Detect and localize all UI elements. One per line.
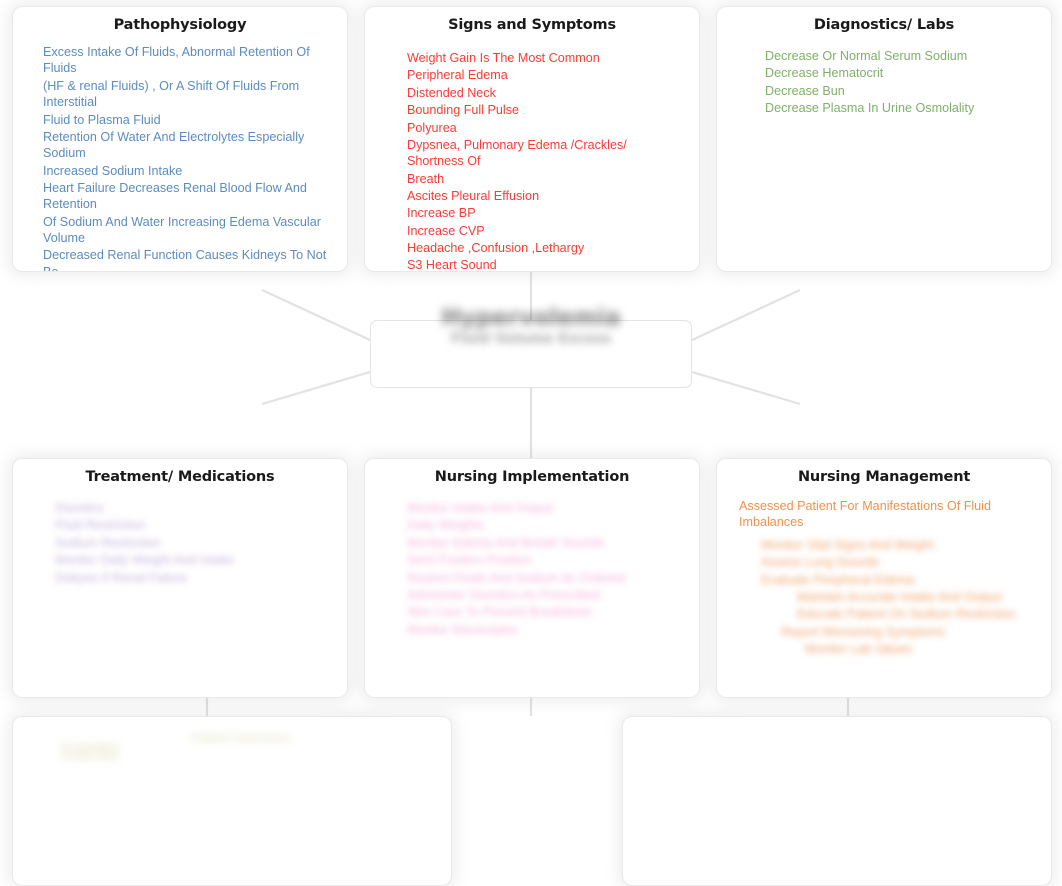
panel-body-pathophysiology: Excess Intake Of Fluids, Abnormal Retent… [13,34,347,272]
panel-signs-and-symptoms: Signs and Symptoms Weight Gain Is The Mo… [364,6,700,272]
panel-body-signs-and-symptoms: Weight Gain Is The Most Common Periphera… [365,34,699,272]
list-item: Decrease Plasma In Urine Osmolality [765,101,975,116]
list-item: Evaluate Peripheral Edema [761,572,915,587]
list-item: Educate Patient On Sodium Restriction [797,607,1016,622]
list-item: Heart Failure Decreases Renal Blood Flow… [43,181,307,212]
panel-bottom-right-extra [622,716,1052,886]
list-item: Restrict Fluids And Sodium As Ordered [407,570,626,585]
list-item: Goals Met [61,748,119,763]
hub-title: Hypervolemia [441,305,621,331]
list-item: Headache ,Confusion ,Lethargy [407,241,585,256]
panel-treatment-medications: Treatment/ Medications Diuretics Fluid R… [12,458,348,698]
list-item: Decrease Bun [765,83,845,98]
list-item: S3 Heart Sound [407,258,497,272]
panel-title-pathophysiology: Pathophysiology [113,17,247,33]
list-item: Increased Sodium Intake [43,163,183,178]
list-item: Maintain Accurate Intake And Output [797,589,1002,604]
list-item: Dypsnea, Pulmonary Edema /Crackles/ Shor… [407,137,627,169]
panel-body-nursing-implementation: Monitor Intake And Output Daily Weights … [365,486,699,647]
list-item: Sodium Restriction [55,535,161,550]
list-item: Report Worsening Symptoms [781,624,946,639]
list-item: Distended Neck [407,85,496,100]
list-item: Administer Diuretics As Prescribed [407,587,601,602]
list-item: Monitor Electrolytes [407,622,518,637]
list-item: Assess Lung Sounds [761,555,880,570]
list-item: Fluid to Plasma Fluid [43,112,161,127]
list-item: Diuretics [55,501,104,516]
list-item: Monitor Lab Values [805,642,913,656]
panel-diagnostics-labs: Diagnostics/ Labs Decrease Or Normal Ser… [716,6,1052,272]
list-item: Increase CVP [407,223,485,238]
panel-title-nursing-management: Nursing Management [797,469,971,485]
list-item: Of Sodium And Water Increasing Edema Vas… [43,214,321,246]
management-first-line: Assessed Patient For Manifestations Of F… [739,499,991,530]
list-item: Semi Fowlers Position [407,553,532,568]
management-blurred-lines: Monitor Vital Signs And Weight Assess Lu… [739,537,1033,658]
list-item: Weight Gain Is The Most Common [407,51,600,66]
panel-pathophysiology: Pathophysiology Excess Intake Of Fluids,… [12,6,348,272]
panel-title-signs-and-symptoms: Signs and Symptoms [448,17,616,33]
list-item: Dialysis If Renal Failure [55,570,188,585]
hub-subtitle: Fluid Volume Excess [450,331,612,347]
panel-body-nursing-management: Assessed Patient For Manifestations Of F… [717,486,1051,666]
list-item: Daily Weights [407,518,484,533]
panel-title-treatment-medications: Treatment/ Medications [85,469,275,485]
panel-nursing-management: Nursing Management Assessed Patient For … [716,458,1052,698]
list-item: Monitor Edema And Breath Sounds [407,535,605,550]
panel-nursing-implementation: Nursing Implementation Monitor Intake An… [364,458,700,698]
list-item: Excess Intake Of Fluids, Abnormal Retent… [43,45,310,76]
panel-body-bottom-left-extra: Evaluation Patient Outcomes Goals Met [13,717,451,773]
list-item: Decrease Or Normal Serum Sodium [765,49,968,64]
list-item: Skin Care To Prevent Breakdown [407,605,593,620]
list-item: Fluid Restriction [55,518,146,533]
list-item: (HF & renal Fluids) , Or A Shift Of Flui… [43,78,300,110]
list-item: Monitor Intake And Output [407,501,554,516]
list-item: Peripheral Edema [407,68,508,83]
panel-title-nursing-implementation: Nursing Implementation [434,469,630,485]
list-item: Decrease Hematocrit [765,66,884,81]
concept-map-canvas: Pathophysiology Excess Intake Of Fluids,… [0,0,1062,886]
panel-bottom-left-extra: Evaluation Patient Outcomes Goals Met [12,716,452,886]
panel-body-treatment-medications: Diuretics Fluid Restriction Sodium Restr… [13,486,347,595]
list-item: Ascites Pleural Effusion [407,189,540,203]
panel-body-diagnostics-labs: Decrease Or Normal Serum Sodium Decrease… [717,34,1051,125]
list-item: Retention Of Water And Electrolytes Espe… [43,129,305,161]
list-item: Breath [407,171,445,186]
list-item: Increase BP [407,206,476,221]
list-item: Monitor Daily Weight And Intake [55,553,234,568]
list-item: Bounding Full Pulse [407,103,520,118]
panel-body-bottom-right-extra [623,717,1051,747]
list-item: Polyurea [407,120,457,135]
list-item: Monitor Vital Signs And Weight [761,537,934,552]
panel-title-diagnostics-labs: Diagnostics/ Labs [813,17,955,33]
list-item: Decreased Renal Function Causes Kidneys … [43,248,327,272]
